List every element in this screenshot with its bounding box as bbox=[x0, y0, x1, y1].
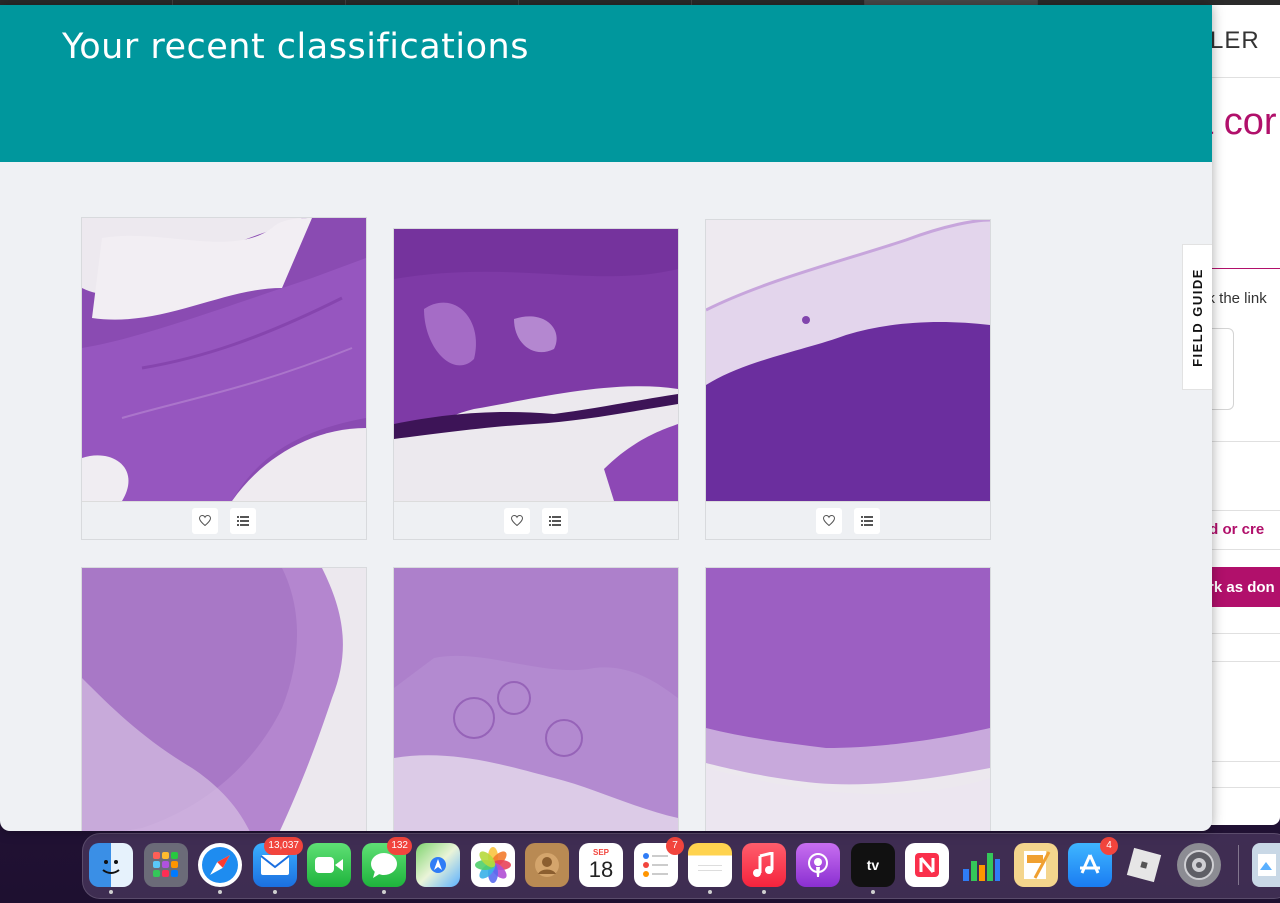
tv-icon[interactable]: tv bbox=[851, 843, 895, 887]
heart-icon bbox=[823, 515, 835, 526]
running-indicator bbox=[273, 890, 277, 894]
field-guide-tab[interactable]: FIELD GUIDE bbox=[1182, 244, 1212, 390]
reminders-badge: 7 bbox=[666, 837, 684, 855]
reminders-icon[interactable]: 7 bbox=[634, 837, 684, 887]
list-icon bbox=[861, 515, 873, 526]
list-icon bbox=[549, 515, 561, 526]
calendar-icon[interactable]: SEP 18 bbox=[579, 843, 623, 887]
running-indicator bbox=[218, 890, 222, 894]
mail-icon[interactable]: 13,037 bbox=[253, 837, 303, 887]
subject-thumbnail[interactable] bbox=[82, 568, 366, 831]
modal-header: Your recent classifications bbox=[0, 5, 1212, 162]
subject-thumbnail[interactable] bbox=[394, 229, 678, 501]
app-store-badge: 4 bbox=[1100, 837, 1118, 855]
subject-thumbnail[interactable] bbox=[706, 220, 990, 501]
classification-card bbox=[393, 567, 679, 831]
add-to-collection-button[interactable] bbox=[542, 507, 568, 534]
classification-card bbox=[81, 217, 367, 540]
modal-title: Your recent classifications bbox=[62, 27, 529, 67]
system-settings-icon[interactable] bbox=[1177, 843, 1221, 887]
dock-separator bbox=[1238, 845, 1239, 885]
favorite-button[interactable] bbox=[816, 507, 842, 534]
background-page-title: LER bbox=[1210, 27, 1260, 54]
classification-card bbox=[705, 567, 991, 831]
running-indicator bbox=[762, 890, 766, 894]
list-icon bbox=[237, 515, 249, 526]
tv-label: tv bbox=[866, 857, 880, 873]
mail-badge: 13,037 bbox=[264, 837, 303, 855]
contacts-icon[interactable] bbox=[525, 843, 569, 887]
subject-thumbnail[interactable] bbox=[82, 218, 366, 501]
finder-icon[interactable] bbox=[89, 843, 133, 887]
heart-icon bbox=[511, 515, 523, 526]
add-to-collection-button[interactable] bbox=[230, 507, 256, 534]
pages-icon[interactable] bbox=[1014, 843, 1058, 887]
maps-icon[interactable] bbox=[416, 843, 460, 887]
mark-as-done-button[interactable]: rk as don bbox=[1208, 567, 1280, 607]
roblox-icon[interactable] bbox=[1122, 843, 1166, 887]
classification-card bbox=[393, 228, 679, 540]
photos-icon[interactable] bbox=[471, 843, 515, 887]
messages-icon[interactable]: 132 bbox=[362, 837, 412, 887]
numbers-icon[interactable] bbox=[959, 843, 1003, 887]
card-actions bbox=[394, 501, 678, 539]
running-indicator bbox=[382, 890, 386, 894]
news-icon[interactable] bbox=[905, 843, 949, 887]
heart-icon bbox=[199, 515, 211, 526]
recent-classifications-modal: Your recent classifications bbox=[0, 5, 1212, 831]
card-actions bbox=[82, 501, 366, 539]
calendar-day: 18 bbox=[588, 857, 614, 882]
card-actions bbox=[706, 501, 990, 539]
favorite-button[interactable] bbox=[192, 507, 218, 534]
running-indicator bbox=[871, 890, 875, 894]
running-indicator bbox=[708, 890, 712, 894]
running-indicator bbox=[109, 890, 113, 894]
classification-card bbox=[81, 567, 367, 831]
favorite-button[interactable] bbox=[504, 507, 530, 534]
app-store-icon[interactable]: 4 bbox=[1068, 837, 1118, 887]
launchpad-icon[interactable] bbox=[144, 843, 188, 887]
subject-thumbnail[interactable] bbox=[706, 568, 990, 831]
music-icon[interactable] bbox=[742, 843, 786, 887]
preview-icon[interactable] bbox=[1252, 843, 1280, 887]
facetime-icon[interactable] bbox=[307, 843, 351, 887]
subject-thumbnail[interactable] bbox=[394, 568, 678, 831]
field-guide-label: FIELD GUIDE bbox=[1190, 267, 1205, 367]
classification-card bbox=[705, 219, 991, 540]
safari-icon[interactable] bbox=[198, 843, 242, 887]
messages-badge: 132 bbox=[387, 837, 412, 855]
podcasts-icon[interactable] bbox=[796, 843, 840, 887]
notes-icon[interactable] bbox=[688, 843, 732, 887]
add-to-collection-button[interactable] bbox=[854, 507, 880, 534]
